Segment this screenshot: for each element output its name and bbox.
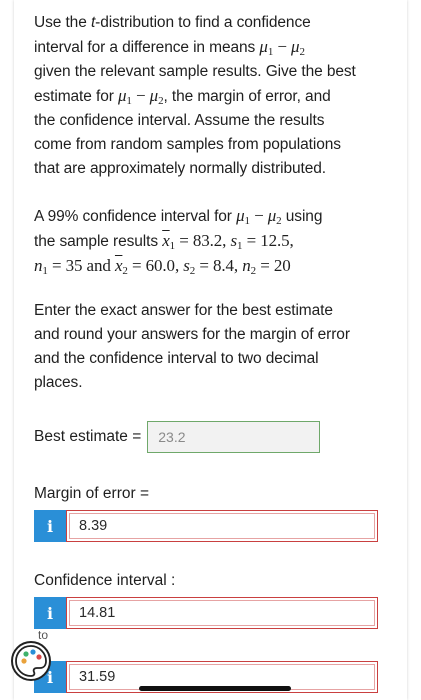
confidence-interval-label: Confidence interval : <box>34 572 176 589</box>
problem-paragraph: A 99% confidence interval for μ1 − μ2 us… <box>34 206 323 277</box>
best-estimate-field[interactable]: 23.2 <box>147 421 321 453</box>
intro-paragraph: Use the t-distribution to find a confide… <box>34 14 356 177</box>
best-estimate-row: Best estimate = 23.2 <box>34 421 321 453</box>
palette-icon[interactable] <box>10 640 52 682</box>
ci-lower-field[interactable]: 14.81 <box>66 597 378 629</box>
margin-of-error-label: Margin of error = <box>34 485 150 502</box>
mu-difference: μ1 − μ2 <box>117 86 164 107</box>
home-indicator <box>139 686 291 691</box>
info-icon[interactable]: i <box>34 510 66 542</box>
mu-difference: μ1 − μ2 <box>259 37 305 58</box>
margin-of-error-input-group: i 8.39 <box>34 510 378 542</box>
info-icon[interactable]: i <box>34 597 66 629</box>
instructions-paragraph: Enter the exact answer for the best esti… <box>34 302 350 391</box>
best-estimate-label: Best estimate = <box>34 428 142 445</box>
ci-lower-input-group: i 14.81 <box>34 597 378 629</box>
margin-of-error-field[interactable]: 8.39 <box>66 510 378 542</box>
mu-difference: μ1 − μ2 <box>236 206 282 227</box>
